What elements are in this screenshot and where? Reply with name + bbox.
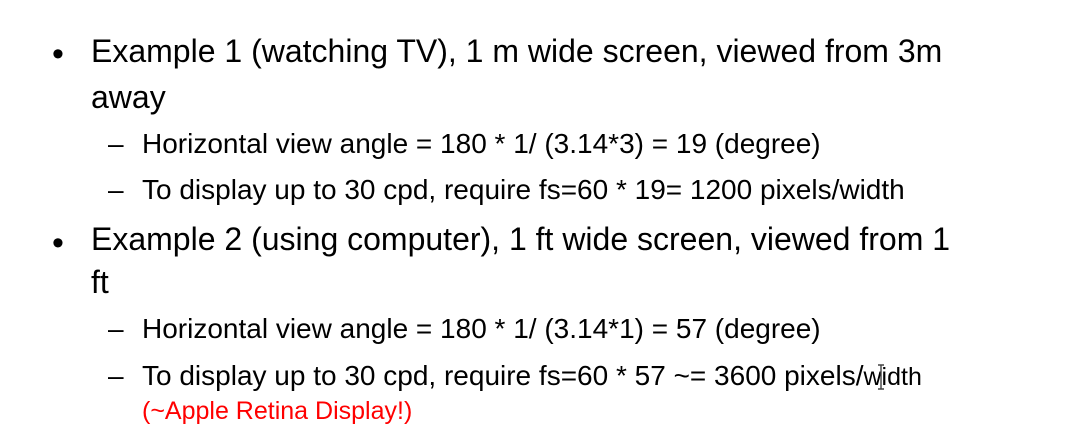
dash-marker: – [108,313,124,344]
example-2-pixels-main: To display up to 30 cpd, require fs=60 *… [142,360,864,391]
example-1-pixels: To display up to 30 cpd, require fs=60 *… [142,174,905,205]
slide: • Example 1 (watching TV), 1 m wide scre… [0,0,1090,435]
example-1-line-2: away [91,79,166,115]
dash-marker: – [108,128,124,159]
bullet-marker: • [52,224,64,262]
dash-marker: – [108,174,124,205]
example-2-view-angle: Horizontal view angle = 180 * 1/ (3.14*1… [142,313,821,344]
retina-note: (~Apple Retina Display!) [142,397,413,425]
dash-marker: – [108,360,124,391]
text-cursor-icon [878,364,884,390]
example-2-line-1: Example 2 (using computer), 1 ft wide sc… [91,221,951,257]
example-1-view-angle: Horizontal view angle = 180 * 1/ (3.14*3… [142,128,821,159]
example-1-line-1: Example 1 (watching TV), 1 m wide screen… [91,33,943,69]
example-2-pixels: To display up to 30 cpd, require fs=60 *… [142,359,922,394]
example-2-line-2: ft [91,264,109,300]
example-2-pixels-unit: width [863,363,922,391]
bullet-marker: • [52,35,64,73]
